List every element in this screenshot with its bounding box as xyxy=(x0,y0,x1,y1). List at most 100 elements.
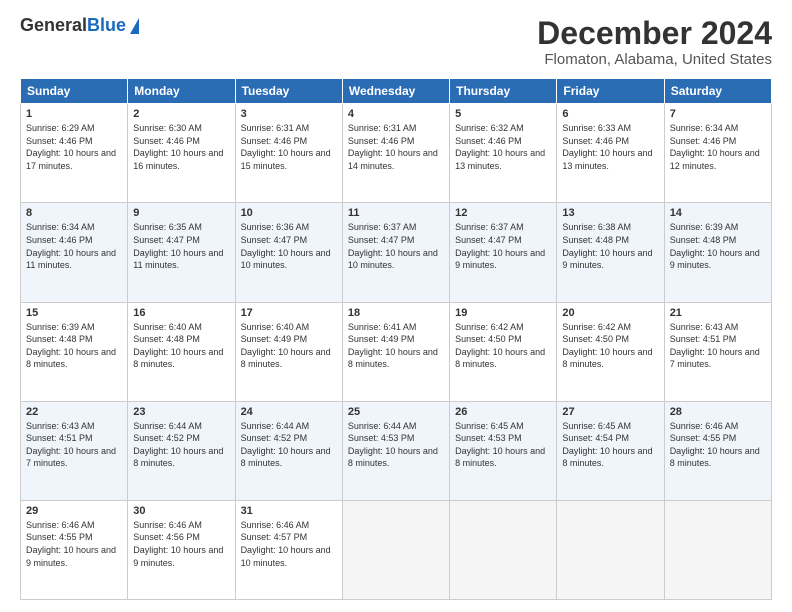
day-info: Sunrise: 6:30 AMSunset: 4:46 PMDaylight:… xyxy=(133,122,229,172)
day-info: Sunrise: 6:45 AMSunset: 4:54 PMDaylight:… xyxy=(562,420,658,470)
page-title: December 2024 xyxy=(537,16,772,51)
day-number: 14 xyxy=(670,207,766,219)
day-number: 2 xyxy=(133,108,229,120)
calendar-cell: 28Sunrise: 6:46 AMSunset: 4:55 PMDayligh… xyxy=(664,401,771,500)
day-number: 13 xyxy=(562,207,658,219)
calendar-cell: 6 Sunrise: 6:33 AMSunset: 4:46 PMDaylight… xyxy=(557,104,664,203)
day-info: Sunrise: 6:46 AMSunset: 4:55 PMDaylight:… xyxy=(670,420,766,470)
calendar-cell xyxy=(664,500,771,599)
calendar-cell: 25Sunrise: 6:44 AMSunset: 4:53 PMDayligh… xyxy=(342,401,449,500)
day-number: 31 xyxy=(241,505,337,517)
page-subtitle: Flomaton, Alabama, United States xyxy=(537,51,772,68)
day-info: Sunrise: 6:37 AMSunset: 4:47 PMDaylight:… xyxy=(455,221,551,271)
day-info: Sunrise: 6:46 AMSunset: 4:55 PMDaylight:… xyxy=(26,519,122,569)
day-info: Sunrise: 6:39 AMSunset: 4:48 PMDaylight:… xyxy=(26,321,122,371)
day-info: Sunrise: 6:37 AMSunset: 4:47 PMDaylight:… xyxy=(348,221,444,271)
day-number: 19 xyxy=(455,307,551,319)
calendar-week-row: 29 Sunrise: 6:46 AMSunset: 4:55 PMDayligh… xyxy=(21,500,772,599)
day-info: Sunrise: 6:35 AMSunset: 4:47 PMDaylight:… xyxy=(133,221,229,271)
calendar-cell: 8 Sunrise: 6:34 AMSunset: 4:46 PMDaylight… xyxy=(21,203,128,302)
calendar-cell: 29 Sunrise: 6:46 AMSunset: 4:55 PMDayligh… xyxy=(21,500,128,599)
calendar-cell: 9Sunrise: 6:35 AMSunset: 4:47 PMDaylight… xyxy=(128,203,235,302)
day-number: 17 xyxy=(241,307,337,319)
day-info: Sunrise: 6:42 AMSunset: 4:50 PMDaylight:… xyxy=(562,321,658,371)
calendar-week-row: 15 Sunrise: 6:39 AMSunset: 4:48 PMDayligh… xyxy=(21,302,772,401)
calendar-table: SundayMondayTuesdayWednesdayThursdayFrid… xyxy=(20,78,772,600)
logo-blue: Blue xyxy=(87,15,126,35)
calendar-cell: 26 Sunrise: 6:45 AMSunset: 4:53 PMDayligh… xyxy=(450,401,557,500)
calendar-cell: 19 Sunrise: 6:42 AMSunset: 4:50 PMDayligh… xyxy=(450,302,557,401)
day-info: Sunrise: 6:44 AMSunset: 4:52 PMDaylight:… xyxy=(133,420,229,470)
day-number: 20 xyxy=(562,307,658,319)
day-info: Sunrise: 6:34 AMSunset: 4:46 PMDaylight:… xyxy=(26,221,122,271)
day-number: 15 xyxy=(26,307,122,319)
calendar-day-header: Monday xyxy=(128,79,235,104)
calendar-cell: 31 Sunrise: 6:46 AMSunset: 4:57 PMDayligh… xyxy=(235,500,342,599)
day-info: Sunrise: 6:45 AMSunset: 4:53 PMDaylight:… xyxy=(455,420,551,470)
day-info: Sunrise: 6:39 AMSunset: 4:48 PMDaylight:… xyxy=(670,221,766,271)
calendar-day-header: Sunday xyxy=(21,79,128,104)
day-number: 4 xyxy=(348,108,444,120)
day-info: Sunrise: 6:38 AMSunset: 4:48 PMDaylight:… xyxy=(562,221,658,271)
day-info: Sunrise: 6:33 AMSunset: 4:46 PMDaylight:… xyxy=(562,122,658,172)
calendar-cell xyxy=(557,500,664,599)
calendar-cell: 4 Sunrise: 6:31 AMSunset: 4:46 PMDaylight… xyxy=(342,104,449,203)
calendar-cell: 3 Sunrise: 6:31 AMSunset: 4:46 PMDaylight… xyxy=(235,104,342,203)
calendar-cell: 20 Sunrise: 6:42 AMSunset: 4:50 PMDayligh… xyxy=(557,302,664,401)
logo-general: General xyxy=(20,15,87,35)
calendar-cell: 5 Sunrise: 6:32 AMSunset: 4:46 PMDaylight… xyxy=(450,104,557,203)
day-info: Sunrise: 6:46 AMSunset: 4:57 PMDaylight:… xyxy=(241,519,337,569)
calendar-day-header: Saturday xyxy=(664,79,771,104)
calendar-week-row: 22Sunrise: 6:43 AMSunset: 4:51 PMDayligh… xyxy=(21,401,772,500)
header: GeneralBlue December 2024 Flomaton, Alab… xyxy=(20,16,772,68)
day-number: 7 xyxy=(670,108,766,120)
day-number: 10 xyxy=(241,207,337,219)
day-number: 21 xyxy=(670,307,766,319)
calendar-day-header: Wednesday xyxy=(342,79,449,104)
calendar-cell: 14 Sunrise: 6:39 AMSunset: 4:48 PMDayligh… xyxy=(664,203,771,302)
day-number: 6 xyxy=(562,108,658,120)
calendar-cell: 12Sunrise: 6:37 AMSunset: 4:47 PMDayligh… xyxy=(450,203,557,302)
calendar-cell: 10 Sunrise: 6:36 AMSunset: 4:47 PMDayligh… xyxy=(235,203,342,302)
calendar-cell: 2 Sunrise: 6:30 AMSunset: 4:46 PMDaylight… xyxy=(128,104,235,203)
calendar-week-row: 8 Sunrise: 6:34 AMSunset: 4:46 PMDaylight… xyxy=(21,203,772,302)
day-info: Sunrise: 6:40 AMSunset: 4:49 PMDaylight:… xyxy=(241,321,337,371)
day-number: 1 xyxy=(26,108,122,120)
calendar-cell: 16Sunrise: 6:40 AMSunset: 4:48 PMDayligh… xyxy=(128,302,235,401)
day-info: Sunrise: 6:29 AMSunset: 4:46 PMDaylight:… xyxy=(26,122,122,172)
page: GeneralBlue December 2024 Flomaton, Alab… xyxy=(0,0,792,612)
calendar-cell: 17 Sunrise: 6:40 AMSunset: 4:49 PMDayligh… xyxy=(235,302,342,401)
day-info: Sunrise: 6:44 AMSunset: 4:52 PMDaylight:… xyxy=(241,420,337,470)
day-number: 29 xyxy=(26,505,122,517)
day-number: 11 xyxy=(348,207,444,219)
day-info: Sunrise: 6:43 AMSunset: 4:51 PMDaylight:… xyxy=(670,321,766,371)
day-info: Sunrise: 6:42 AMSunset: 4:50 PMDaylight:… xyxy=(455,321,551,371)
day-info: Sunrise: 6:36 AMSunset: 4:47 PMDaylight:… xyxy=(241,221,337,271)
day-info: Sunrise: 6:31 AMSunset: 4:46 PMDaylight:… xyxy=(241,122,337,172)
day-number: 5 xyxy=(455,108,551,120)
day-number: 8 xyxy=(26,207,122,219)
calendar-header-row: SundayMondayTuesdayWednesdayThursdayFrid… xyxy=(21,79,772,104)
day-number: 22 xyxy=(26,406,122,418)
day-number: 25 xyxy=(348,406,444,418)
day-number: 30 xyxy=(133,505,229,517)
calendar-cell: 11 Sunrise: 6:37 AMSunset: 4:47 PMDayligh… xyxy=(342,203,449,302)
day-number: 27 xyxy=(562,406,658,418)
logo-text: GeneralBlue xyxy=(20,16,126,36)
calendar-cell: 1 Sunrise: 6:29 AMSunset: 4:46 PMDaylight… xyxy=(21,104,128,203)
calendar-day-header: Thursday xyxy=(450,79,557,104)
calendar-day-header: Friday xyxy=(557,79,664,104)
day-number: 24 xyxy=(241,406,337,418)
calendar-cell: 13 Sunrise: 6:38 AMSunset: 4:48 PMDayligh… xyxy=(557,203,664,302)
day-number: 3 xyxy=(241,108,337,120)
day-number: 23 xyxy=(133,406,229,418)
day-info: Sunrise: 6:31 AMSunset: 4:46 PMDaylight:… xyxy=(348,122,444,172)
day-number: 26 xyxy=(455,406,551,418)
logo-triangle-icon xyxy=(130,18,139,34)
logo: GeneralBlue xyxy=(20,16,139,36)
day-number: 18 xyxy=(348,307,444,319)
calendar-cell: 23 Sunrise: 6:44 AMSunset: 4:52 PMDayligh… xyxy=(128,401,235,500)
calendar-cell: 27 Sunrise: 6:45 AMSunset: 4:54 PMDayligh… xyxy=(557,401,664,500)
day-info: Sunrise: 6:32 AMSunset: 4:46 PMDaylight:… xyxy=(455,122,551,172)
calendar-cell: 21 Sunrise: 6:43 AMSunset: 4:51 PMDayligh… xyxy=(664,302,771,401)
